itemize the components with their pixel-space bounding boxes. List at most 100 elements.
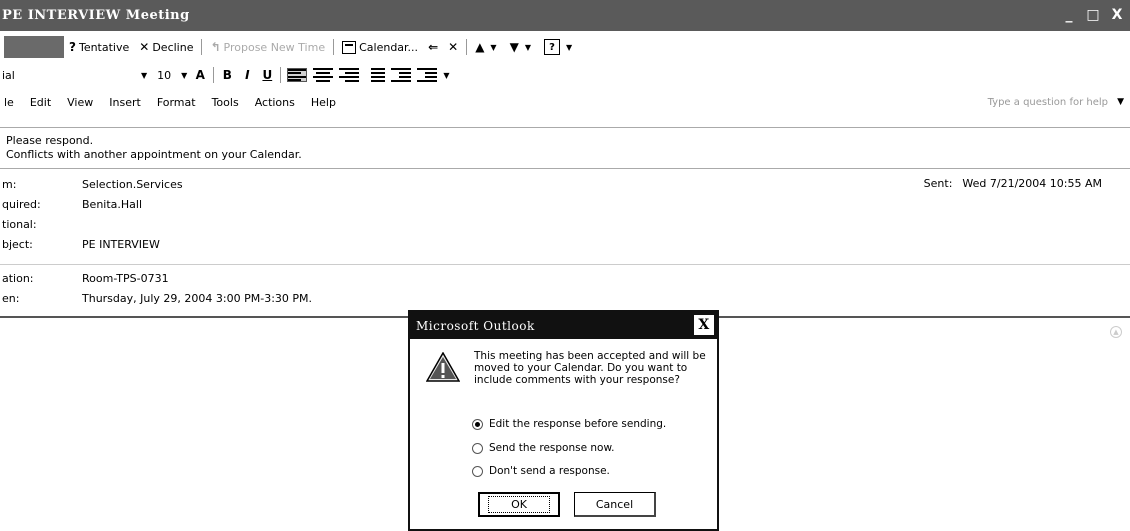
option-label: Edit the response before sending. [489,418,667,430]
underline-button[interactable]: U [257,68,277,82]
optional-value[interactable] [80,218,82,234]
bold-button[interactable]: B [217,68,237,82]
help-button[interactable]: ? ▼ [539,36,580,58]
location-row: ation: Room-TPS-0731 [0,272,169,288]
chevron-down-icon: ▼ [490,42,497,52]
reply-icon: ⇐ [428,40,439,54]
option-edit-response[interactable]: Edit the response before sending. [472,418,666,430]
ask-question-input[interactable]: Type a question for help [988,97,1108,108]
increase-indent-button[interactable] [417,68,438,82]
chevron-down-icon: ▼ [524,42,531,52]
formatting-toolbar: ial ▼ 10 ▼ A B I U ▼ [0,62,1130,88]
radio-selected[interactable] [472,418,483,430]
calendar-button[interactable]: Calendar... [337,36,423,58]
font-color-icon: A [195,68,205,82]
radio-unselected[interactable] [472,465,483,477]
chevron-down-icon[interactable]: ▼ [1117,97,1124,107]
reply-all-button[interactable]: ⇐ [423,36,443,58]
align-center-button[interactable] [313,68,334,82]
accept-button[interactable] [4,36,64,58]
when-value: Thursday, July 29, 2004 3:00 PM-3:30 PM. [82,292,313,305]
x-icon: ✕ [139,40,150,54]
help-icon: ? [543,39,560,55]
sent-row: Sent: Wed 7/21/2004 10:55 AM [924,177,1102,190]
chevron-down-icon: ▼ [565,42,573,52]
tentative-button[interactable]: ? Tentative [64,36,134,58]
decrease-indent-button[interactable] [391,68,412,82]
font-name-select[interactable]: ial [0,69,138,82]
font-size-select[interactable]: 10 [150,69,178,82]
toolbar-separator [466,39,468,55]
menu-format[interactable]: Format [157,96,196,109]
propose-new-time-label: Propose New Time [223,40,326,54]
toolbar-separator [213,67,215,83]
menu-actions[interactable]: Actions [255,96,295,109]
menu-tools[interactable]: Tools [212,96,239,109]
subject-row: bject: PE INTERVIEW [0,238,160,254]
sent-label: Sent: [923,177,953,190]
dialog-title: Microsoft Outlook [416,318,535,333]
cancel-button[interactable]: Cancel [574,492,656,517]
propose-new-time-button[interactable]: ↰ Propose New Time [205,36,330,58]
delete-button[interactable]: ✕ [443,36,463,58]
menu-help[interactable]: Help [311,96,336,109]
decline-label: Decline [152,40,194,54]
ok-button[interactable]: OK [478,492,560,517]
option-label: Don't send a response. [489,465,610,477]
menu-edit[interactable]: Edit [30,96,51,109]
minimize-button[interactable]: _ [1060,6,1078,24]
decline-button[interactable]: ✕ Decline [134,36,198,58]
location-value: Room-TPS-0731 [82,272,169,285]
align-right-button[interactable] [339,68,360,82]
info-bar: Please respond. Conflicts with another a… [0,127,1130,169]
window-title-bar: PE INTERVIEW Meeting _ □ X [0,0,1130,31]
italic-button[interactable]: I [237,68,257,82]
close-window-button[interactable]: X [1108,6,1126,24]
outlook-dialog: Microsoft Outlook X This meeting has bee… [408,310,719,531]
required-value[interactable]: Benita.Hall [80,198,142,214]
font-color-button[interactable]: A [190,68,210,82]
delete-icon: ✕ [448,40,459,54]
question-mark-icon: ? [69,40,76,54]
calendar-icon [342,40,357,54]
when-label: en: [2,292,20,305]
from-label: m: [2,178,17,191]
dialog-close-button[interactable]: X [694,315,714,335]
toolbar-separator [333,39,335,55]
menu-insert[interactable]: Insert [109,96,141,109]
bullets-button[interactable] [365,68,386,82]
subject-value: PE INTERVIEW [82,238,160,251]
arrow-down-icon: ▼ [509,40,519,54]
previous-item-button[interactable]: ▲ ▼ [470,36,504,58]
dialog-message: This meeting has been accepted and will … [474,350,706,386]
next-item-button[interactable]: ▼ ▼ [505,36,539,58]
menu-bar: le Edit View Insert Format Tools Actions… [0,90,1130,114]
subject-label: bject: [2,238,33,251]
scroll-up-icon[interactable]: ▲ [1110,326,1122,338]
chevron-down-icon[interactable]: ▼ [178,71,190,80]
maximize-button[interactable]: □ [1084,6,1102,24]
warning-icon [426,352,460,382]
dialog-title-bar: Microsoft Outlook X [410,312,717,339]
required-row: quired: Benita.Hall [0,198,142,214]
location-label: ation: [2,272,34,285]
from-value[interactable]: Selection.Services [80,178,183,194]
propose-time-icon: ↰ [210,40,221,54]
align-left-button[interactable] [287,68,308,82]
chevron-down-icon[interactable]: ▼ [440,71,452,80]
ok-label: OK [488,496,550,513]
menu-file[interactable]: le [4,96,14,109]
option-dont-send[interactable]: Don't send a response. [472,465,610,477]
menu-view[interactable]: View [67,96,93,109]
toolbar-separator [201,39,203,55]
tentative-label: Tentative [78,40,130,54]
toolbar-separator [280,67,282,83]
optional-row: tional: [0,218,82,234]
option-send-now[interactable]: Send the response now. [472,442,614,454]
sent-value: Wed 7/21/2004 10:55 AM [962,177,1102,190]
info-conflict[interactable]: Conflicts with another appointment on yo… [6,148,1130,162]
option-label: Send the response now. [489,442,615,454]
calendar-label: Calendar... [359,40,419,54]
chevron-down-icon[interactable]: ▼ [138,71,150,80]
radio-unselected[interactable] [472,442,483,454]
